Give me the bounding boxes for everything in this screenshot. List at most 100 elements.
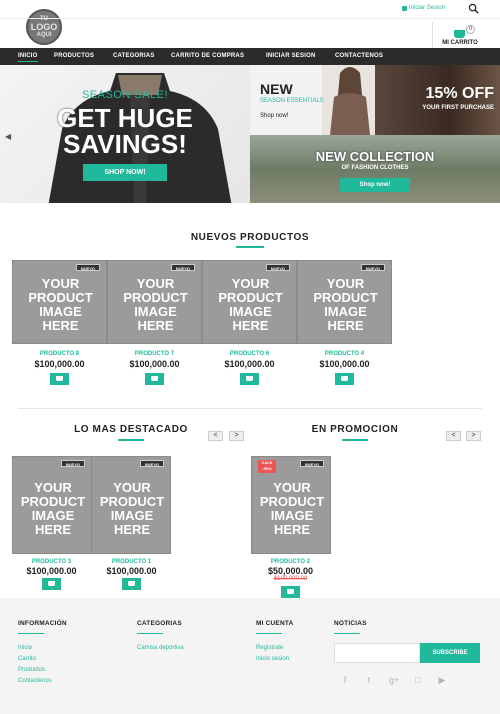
product-image[interactable]: NUEVO YOUR PRODUCT IMAGE HERE <box>91 456 171 554</box>
product-image[interactable]: NUEVO YOUR PRODUCT IMAGE HERE <box>202 260 297 344</box>
footer-link-inicio-sesion[interactable]: Inicio sesion <box>256 656 289 662</box>
hero-banner[interactable]: SEASON SALE! GET HUGE SAVINGS! <box>0 65 250 203</box>
nav-item-iniciar-sesion[interactable]: INICIAR SESION <box>266 48 315 65</box>
top-divider <box>0 18 500 19</box>
product-image[interactable]: NUEVO YOUR PRODUCT IMAGE HERE <box>12 456 92 554</box>
google-plus-icon[interactable]: g+ <box>389 675 399 685</box>
footer-underline <box>256 633 282 634</box>
nav-item-inicio[interactable]: INICIO <box>18 48 38 65</box>
nav-item-contactenos[interactable]: CONTACTENOS <box>335 48 383 65</box>
footer-link-productos[interactable]: Productos <box>18 667 45 673</box>
facebook-icon[interactable]: f <box>340 675 350 685</box>
product-price: $100,000.00 <box>129 359 180 369</box>
search-icon[interactable] <box>468 3 479 14</box>
image-placeholder: YOUR PRODUCT IMAGE HERE <box>313 276 378 333</box>
subscribe-button[interactable]: SUBSCRIBE <box>420 643 480 663</box>
tile-discount-title: 15% OFF <box>425 85 494 102</box>
product-name[interactable]: PRODUCTO 8 <box>12 351 107 357</box>
footer-link-inicio[interactable]: Inicio <box>18 645 32 651</box>
cart-count-badge: 0 <box>466 25 475 34</box>
product-name[interactable]: PRODUCTO 2 <box>243 559 338 565</box>
new-badge: NUEVO <box>265 264 290 271</box>
product-name[interactable]: PRODUCTO 1 <box>84 559 179 565</box>
main-nav: INICIO PRODUCTOS CATEGORIAS CARRITO DE C… <box>0 48 500 65</box>
featured-prev-button[interactable]: < <box>208 431 223 441</box>
add-to-cart-button[interactable] <box>240 373 259 385</box>
login-link[interactable]: Iniciar Sesion <box>402 5 445 11</box>
new-badge: NUEVO <box>360 264 385 271</box>
add-to-cart-button[interactable] <box>42 578 61 590</box>
product-name[interactable]: PRODUCTO 4 <box>297 351 392 357</box>
product-price: $100,000.00 <box>106 566 157 576</box>
cart-button[interactable]: 0 MI CARRITO <box>432 22 486 48</box>
product-image[interactable]: NUEVO YOUR PRODUCT IMAGE HERE <box>12 260 107 344</box>
lock-icon <box>402 5 407 11</box>
footer-underline <box>18 633 44 634</box>
tile-new-link[interactable]: Shop now! <box>260 113 288 119</box>
product-image[interactable]: SALE -50% NUEVO YOUR PRODUCT IMAGE HERE <box>251 456 331 554</box>
add-to-cart-button[interactable] <box>122 578 141 590</box>
footer-heading-news: NOTICIAS <box>334 620 367 627</box>
section-title-featured: LO MAS DESTACADO <box>74 424 188 435</box>
newsletter-email-input[interactable] <box>334 643 420 663</box>
footer-underline <box>334 633 360 634</box>
footer-heading-info: INFORMACIÓN <box>18 620 67 627</box>
add-to-cart-button[interactable] <box>145 373 164 385</box>
tile-discount[interactable]: 15% OFF YOUR FIRST PURCHASE <box>375 65 500 135</box>
product-image[interactable]: NUEVO YOUR PRODUCT IMAGE HERE <box>107 260 202 344</box>
tile-new-collection[interactable]: NEW COLLECTION OF FASHION CLOTHES Shop n… <box>250 135 500 203</box>
new-badge: NUEVO <box>75 264 100 271</box>
tile-collection-title: NEW COLLECTION <box>315 149 435 164</box>
logo-line-2: LOGO <box>30 21 58 32</box>
section-title-promo: EN PROMOCION <box>311 424 399 435</box>
instagram-icon[interactable]: □ <box>413 675 423 685</box>
new-badge: NUEVO <box>139 460 164 467</box>
footer-link-registrate[interactable]: Registrate <box>256 645 283 651</box>
logo[interactable]: TU LOGO AQUI <box>26 9 62 45</box>
image-placeholder: YOUR PRODUCT IMAGE HERE <box>259 480 325 537</box>
youtube-icon[interactable]: ▶ <box>437 675 447 685</box>
page: TU LOGO AQUI Iniciar Sesion 0 MI CARRITO… <box>0 0 500 714</box>
image-placeholder: YOUR PRODUCT IMAGE HERE <box>123 276 188 333</box>
slider-prev-icon[interactable]: ◀ <box>5 132 11 141</box>
new-badge: NUEVO <box>299 460 324 467</box>
image-placeholder: YOUR PRODUCT IMAGE HERE <box>99 480 165 537</box>
logo-line-3: AQUI <box>36 31 52 38</box>
footer-link-camisa-deportiva[interactable]: Camisa deportiva <box>137 645 184 651</box>
nav-item-categorias[interactable]: CATEGORIAS <box>113 48 155 65</box>
add-to-cart-button[interactable] <box>281 586 300 598</box>
nav-item-carrito[interactable]: CARRITO DE COMPRAS <box>171 48 244 65</box>
promo-prev-button[interactable]: < <box>446 431 461 441</box>
product-image[interactable]: NUEVO YOUR PRODUCT IMAGE HERE <box>297 260 392 344</box>
product-price: $100,000.00 <box>224 359 275 369</box>
tile-discount-subtitle: YOUR FIRST PURCHASE <box>422 105 494 111</box>
tile-new-title: NEW <box>260 81 293 97</box>
add-to-cart-button[interactable] <box>50 373 69 385</box>
promo-next-button[interactable]: > <box>466 431 481 441</box>
login-label: Iniciar Sesion <box>409 5 446 11</box>
footer-heading-categories: CATEGORIAS <box>137 620 182 627</box>
twitter-icon[interactable]: t <box>364 675 374 685</box>
cart-label: MI CARRITO <box>442 40 478 46</box>
add-to-cart-button[interactable] <box>335 373 354 385</box>
tile-collection-button[interactable]: Shop now! <box>340 178 410 192</box>
footer-link-contactenos[interactable]: Contactenos <box>18 678 52 684</box>
hero-title-line-2: SAVINGS! <box>63 129 187 159</box>
image-placeholder: YOUR PRODUCT IMAGE HERE <box>20 480 86 537</box>
product-name[interactable]: PRODUCTO 7 <box>107 351 202 357</box>
footer-underline <box>137 633 163 634</box>
title-underline <box>118 439 144 441</box>
hero-shop-now-button[interactable]: SHOP NOW! <box>83 164 167 181</box>
nav-item-productos[interactable]: PRODUCTOS <box>54 48 94 65</box>
product-name[interactable]: PRODUCTO 6 <box>202 351 297 357</box>
featured-next-button[interactable]: > <box>229 431 244 441</box>
hero-kicker: SEASON SALE! <box>81 89 169 101</box>
image-placeholder: YOUR PRODUCT IMAGE HERE <box>218 276 283 333</box>
footer-link-carrito[interactable]: Carrito <box>18 656 36 662</box>
basket-icon <box>454 30 465 38</box>
product-price: $50,000.00 <box>267 566 314 576</box>
tile-new-subtitle: SEASON ESSENTIALS <box>260 98 324 104</box>
tile-new-season[interactable]: NEW SEASON ESSENTIALS Shop now! <box>250 65 375 135</box>
product-price: $100,000.00 <box>319 359 370 369</box>
model-image <box>322 65 375 135</box>
